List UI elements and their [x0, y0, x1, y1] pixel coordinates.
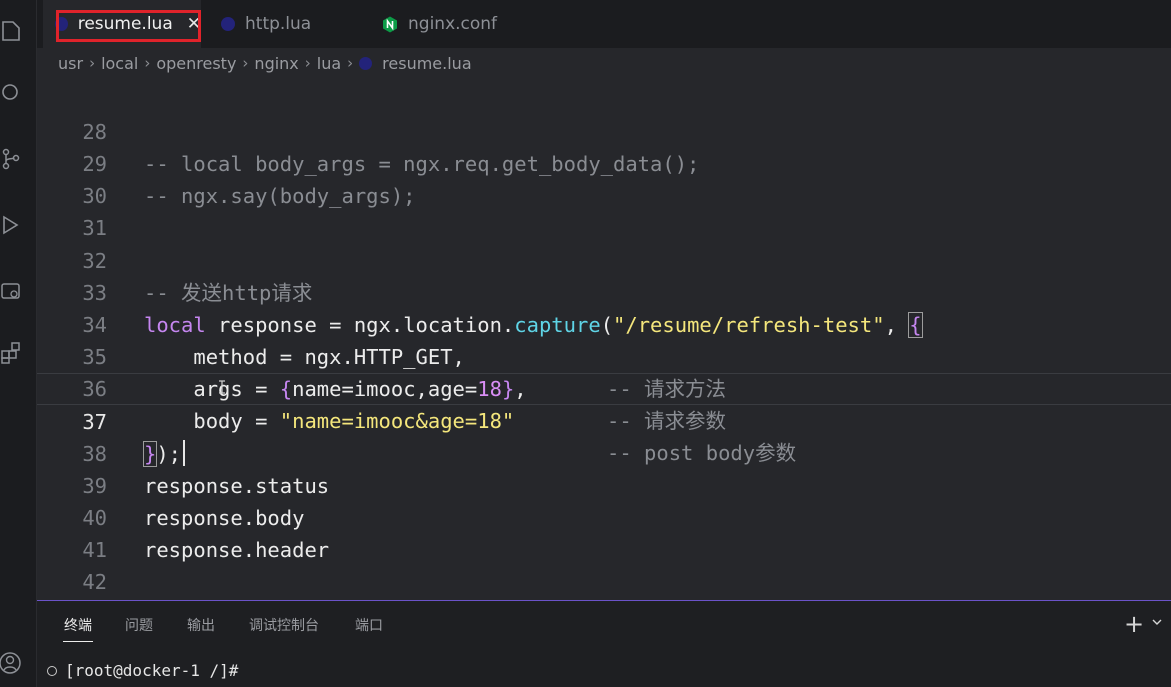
lua-icon: [55, 17, 68, 31]
code-line: 34 method = ngx.HTTP_GET, -- 请求方法: [37, 277, 1171, 401]
code-line: 32 -- 发送http请求: [37, 213, 1171, 305]
tab-terminal[interactable]: 终端: [64, 615, 92, 635]
code-line: 35 args = {name=imooc,age=18}, -- 请求参数: [37, 309, 1171, 433]
code-line: 31: [37, 180, 1171, 240]
tab-ports[interactable]: 端口: [355, 615, 383, 635]
current-line: 37 });: [37, 373, 1171, 467]
chevron-right-icon: ›: [304, 54, 311, 72]
tab-http-lua[interactable]: http.lua: [208, 0, 370, 48]
code-line: 28 -- local body_args = ngx.req.get_body…: [37, 84, 1171, 176]
new-terminal-plus-icon[interactable]: +: [1124, 610, 1144, 638]
nginx-icon: [383, 16, 397, 32]
lua-icon: [359, 56, 373, 70]
mouse-ibeam-icon: [219, 380, 225, 394]
tab-output[interactable]: 输出: [187, 615, 215, 635]
active-tab-indicator: [63, 641, 93, 642]
breadcrumb-item[interactable]: lua: [317, 54, 341, 73]
breadcrumb-item[interactable]: usr: [58, 54, 83, 73]
breadcrumb: usr › local › openresty › nginx › lua › …: [37, 48, 1171, 78]
breadcrumb-item[interactable]: resume.lua: [382, 54, 471, 73]
source-control-icon[interactable]: [0, 146, 22, 172]
code-line: 39 response.body: [37, 438, 1171, 530]
tab-label: nginx.conf: [408, 14, 498, 34]
activity-bar: [0, 0, 37, 687]
code-line: 40 response.header: [37, 470, 1171, 562]
chevron-right-icon: ›: [347, 54, 354, 72]
remote-explorer-icon[interactable]: [0, 278, 22, 304]
extensions-icon[interactable]: [0, 340, 22, 366]
breadcrumb-item[interactable]: nginx: [254, 54, 298, 73]
terminal-prompt: [root@docker-1 /]#: [65, 661, 239, 680]
code-line: 30: [37, 148, 1171, 208]
search-icon[interactable]: [0, 80, 22, 106]
chevron-down-icon[interactable]: [1151, 616, 1163, 628]
breadcrumb-item[interactable]: openresty: [156, 54, 236, 73]
code-line: 42: [37, 534, 1171, 594]
tab-nginx-conf[interactable]: nginx.conf: [370, 0, 528, 48]
breadcrumb-item[interactable]: local: [101, 54, 138, 73]
chevron-right-icon: ›: [242, 54, 249, 72]
close-icon[interactable]: ✕: [187, 14, 201, 34]
explorer-icon[interactable]: [0, 18, 22, 44]
terminal-line[interactable]: [root@docker-1 /]#: [47, 661, 238, 680]
account-icon[interactable]: [0, 650, 22, 676]
code-line: 33 local response = ngx.location.capture…: [37, 245, 1171, 338]
editor-tab-bar: resume.lua ✕ http.lua nginx.conf: [37, 0, 1171, 48]
code-line: 36 body = "name=imooc&age=18" -- post bo…: [37, 341, 1171, 465]
code-line: 41: [37, 502, 1171, 562]
lua-icon: [221, 17, 235, 31]
chevron-right-icon: ›: [144, 54, 151, 72]
run-debug-icon[interactable]: [0, 212, 22, 238]
tab-debug-console[interactable]: 调试控制台: [249, 615, 319, 635]
tab-resume-lua[interactable]: resume.lua ✕: [43, 0, 201, 48]
chevron-right-icon: ›: [89, 54, 96, 72]
code-line: 38 response.status: [37, 406, 1171, 498]
code-line: 29 -- ngx.say(body_args);: [37, 116, 1171, 208]
bottom-panel: 终端 问题 输出 调试控制台 端口 + [root@docker-1 /]#: [37, 600, 1171, 687]
code-editor[interactable]: 28 -- local body_args = ngx.req.get_body…: [37, 78, 1171, 600]
tab-label: resume.lua: [77, 14, 173, 34]
terminal-status-circle-icon: [47, 665, 57, 676]
tab-problems[interactable]: 问题: [125, 615, 153, 635]
code-line: 43: [37, 566, 1171, 598]
tab-label: http.lua: [245, 14, 312, 34]
